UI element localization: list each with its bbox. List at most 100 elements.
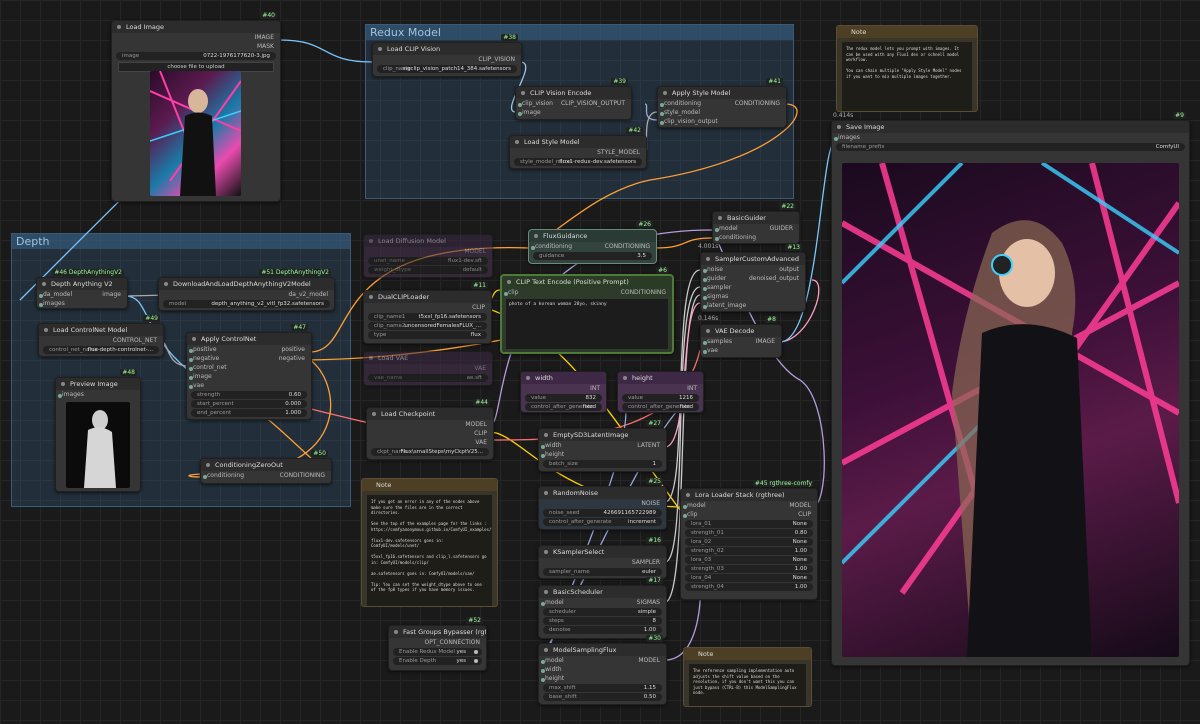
node-apply-controlnet[interactable]: Apply ControlNet #47 positive positive ne… bbox=[186, 324, 312, 420]
steps-field[interactable]: steps 8 bbox=[543, 617, 662, 625]
width-control-after-generate[interactable]: control_after_generate fixed bbox=[525, 403, 602, 411]
max-shift-field[interactable]: max_shift 1.15 bbox=[543, 684, 662, 692]
node-download-depth-model[interactable]: DownloadAndLoadDepthAnythingV2Model #51 … bbox=[158, 269, 335, 311]
node-width[interactable]: width INT value 832 control_after_generat… bbox=[520, 371, 607, 413]
output-clip-vision[interactable]: CLIP_VISION bbox=[478, 55, 515, 64]
style-model-select[interactable]: style_model_name flux1-redux-dev.safetens… bbox=[514, 158, 642, 166]
strength-02-field[interactable]: strength_02 1.00 bbox=[685, 547, 813, 555]
input-vae[interactable]: vae bbox=[707, 347, 718, 354]
end-percent-slider[interactable]: end_percent 1.000 bbox=[191, 409, 307, 417]
node-clip-text-encode[interactable]: CLIP Text Encode (Positive Prompt) #6 cl… bbox=[500, 267, 674, 354]
note-text[interactable]: The redux model lets you prompt with ima… bbox=[842, 42, 972, 111]
node-fast-groups-bypasser[interactable]: Fast Groups Bypasser (rgthree) #52 OPT_C… bbox=[388, 617, 487, 671]
output-style-model[interactable]: STYLE_MODEL bbox=[597, 148, 640, 157]
lora-02-select[interactable]: lora_02 None bbox=[685, 538, 813, 546]
input-clip-vision-output[interactable]: clip_vision_output bbox=[664, 118, 718, 125]
height-value[interactable]: value 1216 bbox=[622, 394, 699, 402]
output-int[interactable]: INT bbox=[590, 384, 600, 393]
strength-04-field[interactable]: strength_04 1.00 bbox=[685, 583, 813, 591]
input-conditioning[interactable]: conditioning bbox=[719, 234, 756, 241]
strength-01-field[interactable]: strength_01 0.80 bbox=[685, 529, 813, 537]
input-conditioning[interactable]: conditioning bbox=[664, 100, 701, 107]
node-depth-anything[interactable]: Depth Anything V2 #46 DepthAnythingV2 da… bbox=[36, 269, 128, 309]
output-model[interactable]: MODEL bbox=[465, 420, 487, 429]
input-model[interactable]: model bbox=[687, 502, 706, 509]
strength-03-field[interactable]: strength_03 1.00 bbox=[685, 565, 813, 573]
output-conditioning[interactable]: CONDITIONING bbox=[621, 288, 666, 297]
note-text[interactable]: If you get an error in any of the nodes … bbox=[367, 495, 492, 606]
clip-name2-select[interactable]: clip_name2 uncensoredFemalesFLUX_... bbox=[368, 322, 487, 330]
node-load-image[interactable]: Load Image #40 IMAGE MASK image 0722-1976… bbox=[111, 12, 281, 202]
output-noise[interactable]: NOISE bbox=[641, 499, 660, 508]
output-image[interactable]: image bbox=[102, 290, 121, 299]
node-ksampler-select[interactable]: KSamplerSelect #16 SAMPLER sampler_name e… bbox=[538, 537, 667, 579]
toggle-enable-depth[interactable]: Enable Depth yes bbox=[393, 657, 482, 665]
input-height[interactable]: height bbox=[545, 451, 564, 458]
node-apply-style-model[interactable]: Apply Style Model #41 conditioning CONDIT… bbox=[657, 78, 787, 128]
node-height[interactable]: height INT value 1216 control_after_gener… bbox=[617, 371, 704, 413]
controlnet-select[interactable]: control_net_name flux-depth-controlnet-..… bbox=[43, 346, 159, 354]
input-latent-image[interactable]: latent_image bbox=[707, 302, 746, 309]
output-model[interactable]: MODEL bbox=[789, 501, 811, 510]
output-image[interactable]: IMAGE bbox=[756, 337, 775, 346]
height-control-after-generate[interactable]: control_after_generate fixed bbox=[622, 403, 699, 411]
output-conditioning[interactable]: CONDITIONING bbox=[280, 471, 325, 480]
width-value[interactable]: value 832 bbox=[525, 394, 602, 402]
node-load-diffusion-model[interactable]: Load Diffusion Model MODEL unet_name flux… bbox=[363, 234, 493, 278]
output-conditioning[interactable]: CONDITIONING bbox=[735, 99, 780, 108]
denoise-field[interactable]: denoise 1.00 bbox=[543, 626, 662, 634]
toggle-enable-redux[interactable]: Enable Redux Model yes bbox=[393, 648, 482, 656]
node-sampler-custom-advanced[interactable]: SamplerCustomAdvanced #13 noise output gu… bbox=[700, 244, 806, 312]
output-conditioning[interactable]: CONDITIONING bbox=[605, 242, 650, 251]
unet-name-select[interactable]: unet_name flux1-dev.sft bbox=[368, 257, 488, 265]
scheduler-select[interactable]: scheduler simple bbox=[543, 608, 662, 616]
input-sigmas[interactable]: sigmas bbox=[707, 293, 728, 300]
node-model-sampling-flux[interactable]: ModelSamplingFlux #30 model MODEL width h… bbox=[538, 635, 667, 705]
input-images[interactable]: images bbox=[43, 300, 65, 307]
node-preview-image[interactable]: Preview Image #48 images bbox=[55, 369, 141, 492]
base-shift-field[interactable]: base_shift 0.50 bbox=[543, 693, 662, 701]
input-sampler[interactable]: sampler bbox=[707, 284, 731, 291]
input-style-model[interactable]: style_model bbox=[664, 109, 700, 116]
node-lora-loader-stack[interactable]: Lora Loader Stack (rgthree) #45 rgthree-… bbox=[680, 480, 818, 600]
node-dual-clip-loader[interactable]: DualCLIPLoader #11 CLIP clip_name1 t5xxl_… bbox=[363, 282, 492, 344]
input-conditioning[interactable]: conditioning bbox=[535, 243, 572, 250]
noise-seed-field[interactable]: noise_seed 426691165722989 bbox=[543, 509, 662, 517]
sampler-name-select[interactable]: sampler_name euler bbox=[543, 568, 662, 576]
batch-size-field[interactable]: batch_size 1 bbox=[543, 460, 662, 468]
node-empty-latent-image[interactable]: EmptySD3LatentImage #27 width LATENT heig… bbox=[538, 420, 667, 472]
node-load-controlnet[interactable]: Load ControlNet Model #49 CONTROL_NET co… bbox=[38, 315, 164, 357]
guidance-slider[interactable]: guidance 3.5 bbox=[533, 252, 652, 260]
input-positive[interactable]: positive bbox=[193, 346, 217, 353]
node-save-image[interactable]: Save Image #9 images filename_prefix Comf… bbox=[831, 112, 1190, 666]
output-vae[interactable]: VAE bbox=[474, 364, 486, 373]
input-width[interactable]: width bbox=[545, 442, 562, 449]
output-control-net[interactable]: CONTROL_NET bbox=[113, 336, 157, 345]
output-clip[interactable]: CLIP bbox=[474, 429, 487, 438]
output-negative[interactable]: negative bbox=[279, 354, 305, 363]
output-latent[interactable]: LATENT bbox=[637, 441, 660, 450]
input-control-net[interactable]: control_net bbox=[193, 364, 227, 371]
input-clip[interactable]: clip bbox=[687, 511, 697, 518]
input-height[interactable]: height bbox=[545, 675, 564, 682]
output-output[interactable]: output bbox=[779, 265, 799, 274]
lora-01-select[interactable]: lora_01 None bbox=[685, 520, 813, 528]
ckpt-name-select[interactable]: ckpt_name Flux\smallSteps\myCkptV25... bbox=[371, 448, 489, 456]
output-clip[interactable]: CLIP bbox=[472, 303, 485, 312]
output-clip[interactable]: CLIP bbox=[798, 510, 811, 519]
node-load-vae[interactable]: Load VAE VAE vae_name ae.sft bbox=[363, 351, 493, 386]
image-select[interactable]: image 0722-1976177620-3.jpg bbox=[116, 52, 276, 60]
node-basic-guider[interactable]: BasicGuider #22 model GUIDER conditioning bbox=[712, 203, 800, 244]
input-images[interactable]: images bbox=[62, 391, 84, 398]
output-sampler[interactable]: SAMPLER bbox=[632, 558, 660, 567]
input-negative[interactable]: negative bbox=[193, 355, 219, 362]
start-percent-slider[interactable]: start_percent 0.000 bbox=[191, 400, 307, 408]
input-clip-vision[interactable]: clip_vision bbox=[522, 100, 553, 107]
node-random-noise[interactable]: RandomNoise #25 NOISE noise_seed 42669116… bbox=[538, 478, 667, 530]
output-da-v2-model[interactable]: da_v2_model bbox=[288, 290, 328, 299]
note-model-sampling[interactable]: Note The reference sampling implementati… bbox=[683, 647, 812, 707]
input-da-model[interactable]: da_model bbox=[43, 291, 72, 298]
output-guider[interactable]: GUIDER bbox=[770, 224, 793, 233]
input-model[interactable]: model bbox=[545, 599, 564, 606]
vae-name-select[interactable]: vae_name ae.sft bbox=[368, 374, 488, 382]
